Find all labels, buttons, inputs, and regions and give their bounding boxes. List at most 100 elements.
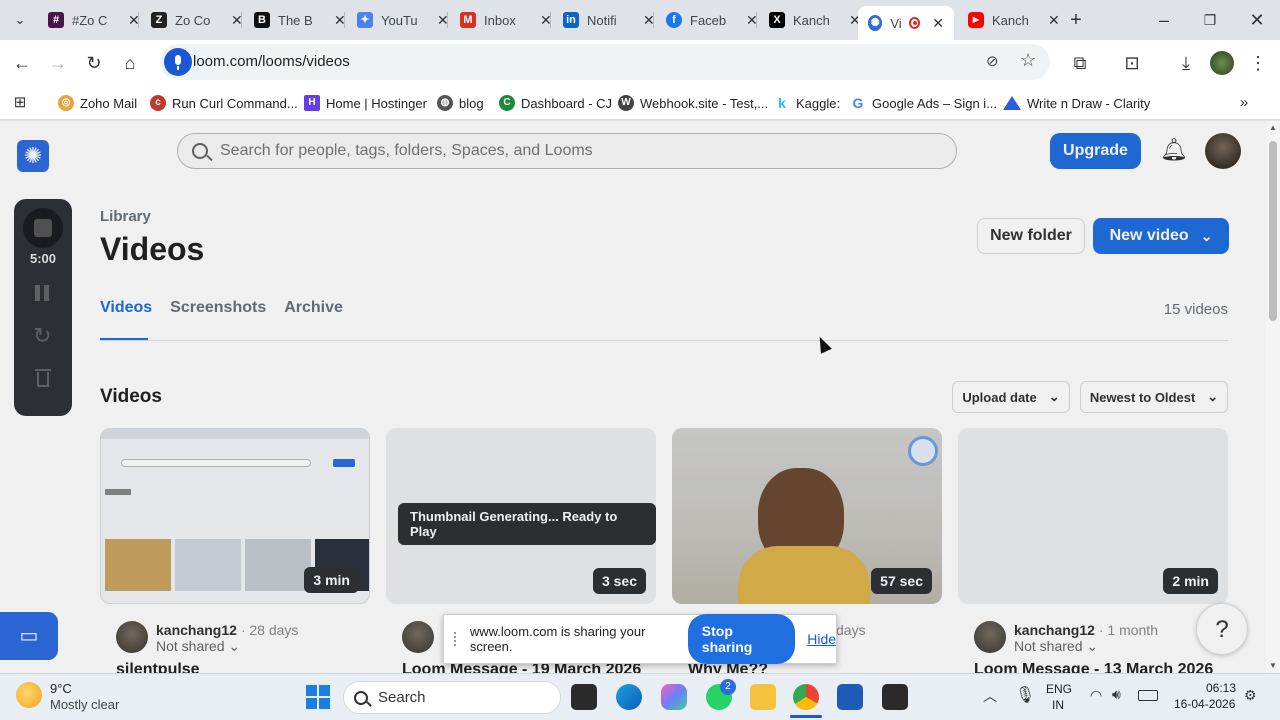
tab-search-icon[interactable]: ⌄ bbox=[6, 8, 34, 32]
scrollbar-thumb[interactable] bbox=[1269, 141, 1277, 321]
help-button[interactable]: ? bbox=[1196, 603, 1248, 655]
clock-date[interactable]: 16-04-2026 bbox=[1174, 697, 1235, 711]
battery-icon[interactable] bbox=[1138, 690, 1158, 701]
mouse-cursor-icon bbox=[814, 334, 832, 354]
profile-avatar[interactable] bbox=[1210, 51, 1234, 75]
start-icon[interactable] bbox=[306, 685, 330, 709]
sort-order-select[interactable]: Newest to Oldest ⌄ bbox=[1080, 381, 1228, 413]
tab-screenshots[interactable]: Screenshots bbox=[170, 299, 266, 317]
hide-link[interactable]: Hide bbox=[807, 631, 836, 647]
author-avatar bbox=[402, 621, 434, 653]
video-title[interactable]: silentpulse bbox=[116, 661, 200, 673]
restart-icon[interactable]: ↻ bbox=[33, 323, 51, 349]
bookmark-zoho-mail[interactable]: ◎ Zoho Mail bbox=[58, 93, 137, 113]
screenshot-icon[interactable]: ⊡ bbox=[1118, 51, 1146, 75]
browser-tab-5[interactable]: M Inbox ✕ bbox=[450, 6, 562, 34]
stop-record-button[interactable] bbox=[23, 208, 63, 248]
camera-toggle-button[interactable]: ▭ bbox=[0, 612, 58, 660]
drag-handle-icon[interactable] bbox=[454, 632, 458, 646]
breadcrumb[interactable]: Library bbox=[100, 208, 151, 225]
browser-tab-active[interactable]: ✺ Vi ✕ bbox=[858, 6, 954, 40]
weather-desc[interactable]: Mostly clear bbox=[50, 697, 119, 712]
weather-icon[interactable] bbox=[16, 682, 42, 708]
close-icon[interactable]: ✕ bbox=[932, 15, 944, 32]
webhook-icon: W bbox=[618, 95, 634, 111]
reload-icon[interactable]: ↻ bbox=[80, 51, 108, 75]
browser-tab-1[interactable]: # #Zo C ✕ bbox=[38, 6, 150, 34]
home-icon[interactable]: ⌂ bbox=[116, 51, 144, 75]
taskbar-search[interactable]: Search bbox=[343, 681, 561, 714]
store-icon[interactable] bbox=[837, 684, 863, 710]
tab-videos[interactable]: Videos bbox=[100, 299, 152, 317]
video-card[interactable]: 57 sec bbox=[672, 428, 942, 604]
video-card[interactable]: 3 min bbox=[100, 428, 370, 604]
address-bar[interactable]: loom.com/looms/videos ⊘ ☆ bbox=[160, 44, 1050, 80]
tab-archive[interactable]: Archive bbox=[284, 299, 343, 317]
page-scrollbar[interactable]: ▲ ▼ bbox=[1266, 121, 1280, 673]
language-line2[interactable]: IN bbox=[1052, 698, 1064, 712]
browser-tab-10[interactable]: ▶ Kanch ✕ bbox=[958, 6, 1070, 34]
facebook-icon: f bbox=[666, 12, 682, 28]
browser-tab-8[interactable]: X Kanch ✕ bbox=[759, 6, 871, 34]
new-folder-button[interactable]: New folder bbox=[977, 218, 1085, 254]
sharing-status[interactable]: Not shared ⌄ bbox=[156, 638, 240, 655]
search-input[interactable]: Search for people, tags, folders, Spaces… bbox=[177, 133, 957, 169]
user-avatar[interactable] bbox=[1205, 133, 1241, 169]
clock-time[interactable]: 06:13 bbox=[1206, 681, 1236, 695]
bookmark-webhook[interactable]: W Webhook.site - Test,... bbox=[618, 93, 768, 113]
sort-field-select[interactable]: Upload date ⌄ bbox=[952, 381, 1070, 413]
bookmark-kaggle[interactable]: k Kaggle: bbox=[774, 93, 840, 113]
x-icon: X bbox=[769, 12, 785, 28]
forward-icon[interactable]: → bbox=[44, 51, 72, 75]
bell-icon[interactable]: 🔔︎ bbox=[1160, 137, 1188, 163]
pause-icon[interactable] bbox=[35, 285, 51, 301]
video-title[interactable]: Loom Message - 13 March 2026 bbox=[974, 661, 1213, 673]
edge-icon[interactable] bbox=[616, 684, 642, 710]
microphone-icon[interactable]: 🎙︎ bbox=[1015, 685, 1035, 705]
browser-tab-4[interactable]: ✦ YouTu ✕ bbox=[347, 6, 459, 34]
browser-tab-2[interactable]: Z Zo Co ✕ bbox=[141, 6, 253, 34]
window-close-icon[interactable]: ✕ bbox=[1243, 8, 1271, 32]
bookmark-dashboard-cj[interactable]: C Dashboard - CJ bbox=[499, 93, 612, 113]
bookmark-clarity[interactable]: Write n Draw - Clarity bbox=[1003, 93, 1150, 113]
apps-grid-icon[interactable]: ⊞ bbox=[6, 91, 34, 115]
download-icon[interactable]: ⤓ bbox=[1172, 51, 1200, 75]
copilot-icon[interactable] bbox=[661, 684, 687, 710]
more-bookmarks-icon[interactable]: » bbox=[1230, 91, 1258, 115]
bookmark-google-ads[interactable]: G Google Ads – Sign i... bbox=[850, 93, 997, 113]
new-video-button[interactable]: New video ⌄ bbox=[1093, 218, 1229, 254]
wifi-icon[interactable]: ◠ bbox=[1090, 687, 1102, 704]
minimize-icon[interactable]: – bbox=[1150, 8, 1178, 32]
tray-overflow-icon[interactable]: ︿ bbox=[983, 686, 997, 706]
sticky-app-icon[interactable] bbox=[882, 684, 908, 710]
bookmark-blog[interactable]: ◍ blog bbox=[437, 93, 484, 113]
video-card[interactable]: Thumbnail Generating... Ready to Play 3 … bbox=[386, 428, 656, 604]
back-icon[interactable]: ← bbox=[8, 51, 36, 75]
extensions-icon[interactable]: ⧉ bbox=[1066, 51, 1094, 75]
trash-icon[interactable] bbox=[35, 369, 51, 387]
volume-icon[interactable]: 🔊︎ bbox=[1112, 686, 1121, 703]
camera-blocked-icon[interactable]: ⊘ bbox=[986, 52, 999, 70]
close-icon[interactable]: ✕ bbox=[1048, 12, 1060, 29]
browser-tab-7[interactable]: f Faceb ✕ bbox=[656, 6, 768, 34]
file-explorer-icon[interactable] bbox=[750, 684, 776, 710]
notifications-icon[interactable]: ⚙︎ bbox=[1244, 687, 1257, 704]
browser-tab-6[interactable]: in Notifi ✕ bbox=[553, 6, 665, 34]
menu-icon[interactable]: ⋮ bbox=[1244, 51, 1272, 75]
task-view-icon[interactable] bbox=[571, 684, 597, 710]
browser-tab-3[interactable]: B The B ✕ bbox=[244, 6, 356, 34]
weather-temp[interactable]: 9°C bbox=[50, 681, 72, 696]
bookmark-star-icon[interactable]: ☆ bbox=[1020, 50, 1036, 71]
chrome-icon[interactable] bbox=[793, 684, 819, 710]
language-line1[interactable]: ENG bbox=[1046, 682, 1072, 696]
bookmark-run-curl[interactable]: c Run Curl Command... bbox=[150, 93, 298, 113]
video-card[interactable]: 2 min bbox=[958, 428, 1228, 604]
loom-logo-icon[interactable]: ✺ bbox=[17, 140, 49, 172]
new-tab-icon[interactable]: + bbox=[1062, 8, 1090, 32]
bookmark-hostinger[interactable]: H Home | Hostinger bbox=[304, 93, 427, 113]
upgrade-button[interactable]: Upgrade bbox=[1050, 133, 1141, 169]
mic-icon[interactable] bbox=[164, 48, 192, 76]
sharing-status[interactable]: Not shared ⌄ bbox=[1014, 638, 1098, 655]
stop-sharing-button[interactable]: Stop sharing bbox=[687, 614, 796, 664]
restore-icon[interactable]: ❐ bbox=[1196, 8, 1224, 32]
